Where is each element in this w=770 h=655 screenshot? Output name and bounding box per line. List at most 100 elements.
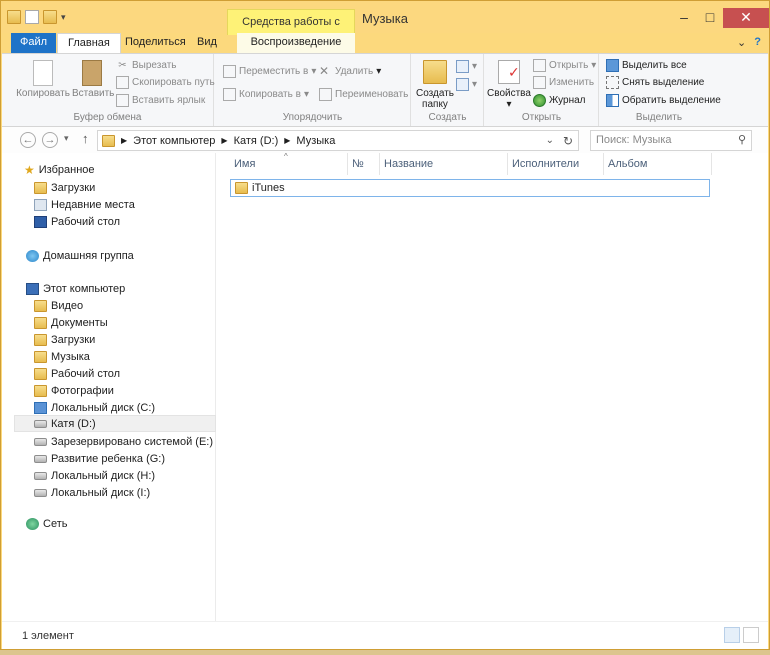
search-input[interactable]: Поиск: Музыка ⚲ (590, 130, 752, 151)
clipboard-group-label: Буфер обмена (73, 112, 142, 123)
copy-button[interactable]: Копировать (16, 58, 70, 99)
tab-playback[interactable]: Воспроизведение (237, 33, 355, 53)
cut-button[interactable]: ✂ Вырезать (116, 57, 176, 73)
search-icon[interactable]: ⚲ (738, 131, 746, 150)
windows-drive-icon (34, 401, 47, 414)
open-icon (533, 58, 546, 72)
large-icons-view-icon[interactable] (743, 627, 759, 643)
address-field[interactable]: ▶ Этот компьютер ▶ Катя (D:) ▶ Музыка ⌄ … (97, 130, 579, 151)
select-none-icon (606, 75, 619, 89)
breadcrumb-separator-icon: ▶ (121, 136, 128, 145)
window-title: Музыка (362, 11, 408, 26)
minimize-button[interactable]: – (671, 8, 697, 28)
invert-selection-button[interactable]: Обратить выделение (606, 92, 721, 108)
new-group: Создать папку ▾ ▾ Создать (412, 54, 484, 126)
new-group-label: Создать (428, 112, 467, 123)
select-all-button[interactable]: Выделить все (606, 57, 687, 73)
up-arrow-icon[interactable]: ↑ (82, 131, 89, 146)
title-bar: ▾ Средства работы с музыкой Музыка – □ ✕ (1, 1, 769, 52)
new-folder-icon (423, 60, 447, 84)
column-album[interactable]: Альбом (604, 153, 712, 175)
ribbon-tabs: Файл Главная Поделиться Вид Воспроизведе… (1, 33, 769, 54)
downloads-folder-icon (34, 181, 47, 194)
ribbon: Копировать Вставить ✂ Вырезать Скопирова… (2, 53, 768, 127)
easy-access-button[interactable]: ▾ (456, 76, 477, 92)
refresh-icon[interactable]: ↻ (563, 134, 573, 148)
open-button[interactable]: Открыть ▾ (533, 57, 596, 73)
nav-network[interactable]: Сеть (26, 515, 240, 532)
close-button[interactable]: ✕ (723, 8, 769, 28)
new-item-button[interactable]: ▾ (456, 58, 477, 74)
navigation-pane: ★ Избранное Загрузки Недавние места Рабо… (2, 153, 216, 621)
homegroup-icon (26, 249, 39, 262)
dropdown-icon: ▾ (506, 99, 512, 110)
delete-button[interactable]: ✕ Удалить ▾ (319, 63, 381, 79)
paste-shortcut-icon (116, 93, 129, 107)
column-artists[interactable]: Исполнители (508, 153, 604, 175)
music-folder-icon (102, 134, 115, 147)
rename-button[interactable]: Переименовать (319, 86, 408, 102)
breadcrumb-separator-icon: ▶ (284, 136, 291, 145)
list-item[interactable]: iTunes (230, 179, 710, 197)
organize-group: Переместить в ▾ Копировать в ▾ ✕ Удалить ▾ … (215, 54, 411, 126)
column-number[interactable]: № (348, 153, 380, 175)
window-controls: – □ ✕ (671, 8, 769, 28)
tab-share[interactable]: Поделиться (115, 33, 196, 53)
dropdown-icon: ▾ (311, 65, 317, 77)
maximize-button[interactable]: □ (697, 8, 723, 28)
nav-homegroup[interactable]: Домашняя группа (26, 247, 240, 264)
hard-drive-icon (34, 454, 47, 463)
nav-drive-d[interactable]: Катя (D:) (14, 415, 216, 432)
nav-favorites[interactable]: ★ Избранное (24, 161, 238, 178)
copy-path-button[interactable]: Скопировать путь (116, 74, 215, 90)
forward-arrow-icon[interactable]: → (42, 132, 58, 148)
select-group: Выделить все Снять выделение Обратить вы… (600, 54, 721, 126)
status-bar: 1 элемент (2, 621, 768, 649)
edit-icon (533, 75, 546, 89)
dropdown-icon: ▾ (472, 60, 478, 72)
folder-icon (235, 182, 248, 194)
breadcrumb-this-pc[interactable]: Этот компьютер (133, 135, 215, 147)
paste-button[interactable]: Вставить (72, 58, 114, 99)
help-button[interactable]: ? (754, 36, 761, 49)
network-icon (26, 517, 39, 530)
item-count: 1 элемент (22, 630, 74, 642)
file-name: iTunes (252, 182, 285, 194)
recent-locations-icon[interactable]: ▾ (64, 133, 69, 144)
paste-shortcut-button[interactable]: Вставить ярлык (116, 92, 205, 108)
properties-button[interactable]: ✓ Свойства ▾ (487, 58, 531, 110)
computer-icon (26, 282, 39, 295)
address-dropdown-icon[interactable]: ⌄ (546, 135, 554, 146)
collapse-ribbon-button[interactable]: ⌄ (737, 36, 746, 49)
tab-view[interactable]: Вид (187, 33, 227, 53)
new-folder-button[interactable]: Создать папку (414, 58, 456, 110)
nav-this-pc[interactable]: Этот компьютер (26, 280, 240, 297)
dropdown-icon: ▾ (591, 59, 597, 71)
details-view-icon[interactable] (724, 627, 740, 643)
desktop-folder-icon (34, 367, 47, 380)
pictures-folder-icon (34, 384, 47, 397)
select-all-icon (606, 58, 619, 72)
address-bar-row: ← → ▾ ↑ ▶ Этот компьютер ▶ Катя (D:) ▶ М… (2, 127, 768, 153)
hard-drive-icon (34, 437, 47, 446)
back-arrow-icon[interactable]: ← (20, 132, 36, 148)
copy-to-button[interactable]: Копировать в ▾ (223, 86, 309, 102)
history-button[interactable]: Журнал (533, 92, 586, 108)
tab-home[interactable]: Главная (57, 33, 121, 54)
clipboard-group: Копировать Вставить ✂ Вырезать Скопирова… (2, 54, 215, 126)
move-to-button[interactable]: Переместить в ▾ (223, 63, 316, 79)
delete-icon: ✕ (319, 63, 330, 78)
properties-icon: ✓ (498, 60, 520, 84)
new-item-icon (456, 59, 469, 73)
breadcrumb-drive-d[interactable]: Катя (D:) (234, 135, 279, 147)
rename-icon (319, 87, 332, 101)
open-group-label: Открыть (521, 112, 562, 123)
dropdown-icon: ▾ (376, 65, 382, 77)
column-title[interactable]: Название (380, 153, 508, 175)
tab-file[interactable]: Файл (11, 33, 56, 53)
edit-button[interactable]: Изменить (533, 74, 594, 90)
select-none-button[interactable]: Снять выделение (606, 74, 704, 90)
column-name[interactable]: Имя (230, 153, 348, 175)
breadcrumb-music[interactable]: Музыка (296, 135, 335, 147)
dropdown-icon: ▾ (472, 78, 478, 90)
